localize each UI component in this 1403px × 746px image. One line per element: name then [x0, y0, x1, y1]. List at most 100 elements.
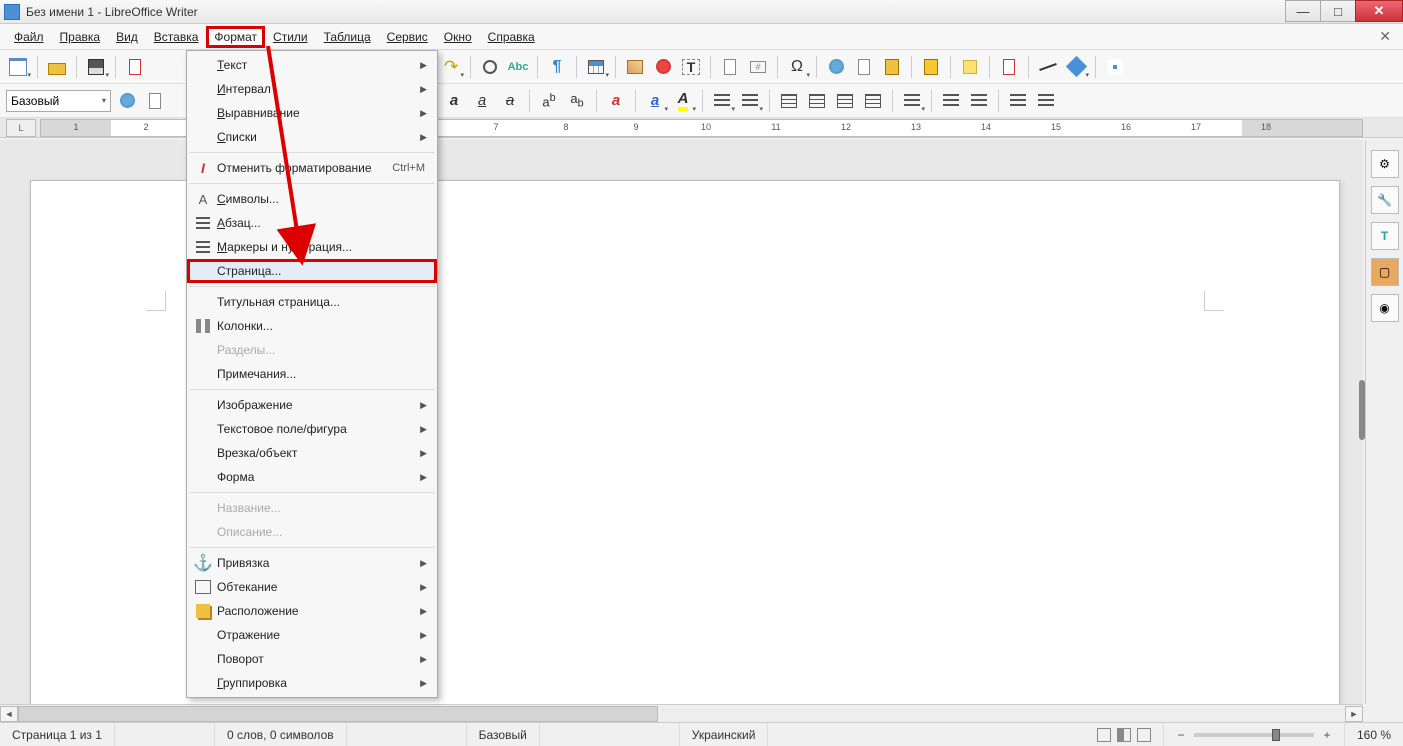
- basic-shapes-button[interactable]: [1064, 55, 1088, 79]
- menu-item-текст[interactable]: Текст▶: [187, 53, 437, 77]
- menu-item-символы[interactable]: AСимволы...: [187, 187, 437, 211]
- align-right-button[interactable]: [833, 89, 857, 113]
- sidebar-gallery-icon[interactable]: T: [1371, 222, 1399, 250]
- menu-help[interactable]: Справка: [480, 26, 543, 48]
- menu-item-интервал[interactable]: Интервал▶: [187, 77, 437, 101]
- ruler-corner[interactable]: L: [6, 119, 36, 137]
- horizontal-scrollbar[interactable]: ◄ ►: [0, 704, 1363, 722]
- line-spacing-button[interactable]: [900, 89, 924, 113]
- find-button[interactable]: [478, 55, 502, 79]
- number-list-button[interactable]: [738, 89, 762, 113]
- menu-item-страница[interactable]: Страница...: [187, 259, 437, 283]
- menu-tools[interactable]: Сервис: [379, 26, 436, 48]
- status-page-style[interactable]: Базовый: [467, 723, 540, 746]
- insert-note-button[interactable]: [958, 55, 982, 79]
- track-changes-button[interactable]: [997, 55, 1021, 79]
- status-word-count[interactable]: 0 слов, 0 символов: [215, 723, 347, 746]
- highlight-color-button[interactable]: A: [671, 89, 695, 113]
- menu-item-расположение[interactable]: Расположение▶: [187, 599, 437, 623]
- subscript-button[interactable]: ab: [565, 89, 589, 113]
- underline-button[interactable]: a: [470, 89, 494, 113]
- new-style-button[interactable]: [143, 89, 167, 113]
- increase-indent-button[interactable]: [939, 89, 963, 113]
- font-color-button[interactable]: a: [643, 89, 667, 113]
- new-doc-button[interactable]: [6, 55, 30, 79]
- insert-table-button[interactable]: [584, 55, 608, 79]
- decrease-para-space-button[interactable]: [1034, 89, 1058, 113]
- menu-file[interactable]: Файл: [6, 26, 52, 48]
- zoom-out-button[interactable]: −: [1174, 728, 1188, 742]
- insert-comment-button[interactable]: [919, 55, 943, 79]
- status-view-icons[interactable]: [1085, 723, 1164, 746]
- menu-table[interactable]: Таблица: [316, 26, 379, 48]
- menu-item-текстовое-поле-фигура[interactable]: Текстовое поле/фигура▶: [187, 417, 437, 441]
- menu-item-примечания[interactable]: Примечания...: [187, 362, 437, 386]
- spellcheck-button[interactable]: Abc: [506, 55, 530, 79]
- export-pdf-button[interactable]: [123, 55, 147, 79]
- minimize-button[interactable]: —: [1285, 0, 1321, 22]
- menu-item-выравнивание[interactable]: Выравнивание▶: [187, 101, 437, 125]
- menu-item-колонки[interactable]: Колонки...: [187, 314, 437, 338]
- insert-pagebreak-button[interactable]: [718, 55, 742, 79]
- zoom-in-button[interactable]: +: [1320, 728, 1334, 742]
- status-page[interactable]: Страница 1 из 1: [0, 723, 115, 746]
- redo-button[interactable]: ↶: [439, 55, 463, 79]
- menu-item-привязка[interactable]: ⚓Привязка▶: [187, 551, 437, 575]
- superscript-button[interactable]: ab: [537, 89, 561, 113]
- zoom-percent[interactable]: 160 %: [1344, 723, 1403, 746]
- bullet-list-button[interactable]: [710, 89, 734, 113]
- menu-insert[interactable]: Вставка: [146, 26, 207, 48]
- insert-hyperlink-button[interactable]: [824, 55, 848, 79]
- zoom-slider[interactable]: [1194, 733, 1314, 737]
- menu-item-отражение[interactable]: Отражение▶: [187, 623, 437, 647]
- menu-view[interactable]: Вид: [108, 26, 146, 48]
- zoom-control[interactable]: − +: [1164, 728, 1344, 742]
- menu-styles[interactable]: Стили: [265, 26, 316, 48]
- scroll-right-button[interactable]: ►: [1345, 706, 1363, 722]
- menu-item-изображение[interactable]: Изображение▶: [187, 393, 437, 417]
- draw-line-button[interactable]: [1036, 55, 1060, 79]
- menu-window[interactable]: Окно: [436, 26, 480, 48]
- italic-button[interactable]: a: [442, 89, 466, 113]
- menu-item-титульная-страница[interactable]: Титульная страница...: [187, 290, 437, 314]
- show-grid-button[interactable]: [1103, 55, 1127, 79]
- align-justify-button[interactable]: [861, 89, 885, 113]
- strikethrough-button[interactable]: a: [498, 89, 522, 113]
- update-style-button[interactable]: [115, 89, 139, 113]
- menu-item-группировка[interactable]: Группировка▶: [187, 671, 437, 695]
- menu-item-абзац[interactable]: Абзац...: [187, 211, 437, 235]
- decrease-indent-button[interactable]: [967, 89, 991, 113]
- menu-item-врезка-объект[interactable]: Врезка/объект▶: [187, 441, 437, 465]
- menu-item-списки[interactable]: Списки▶: [187, 125, 437, 149]
- menu-item-форма[interactable]: Форма▶: [187, 465, 437, 489]
- close-button[interactable]: ✕: [1355, 0, 1403, 22]
- increase-para-space-button[interactable]: [1006, 89, 1030, 113]
- menu-item-поворот[interactable]: Поворот▶: [187, 647, 437, 671]
- paragraph-style-select[interactable]: Базовый: [6, 90, 111, 112]
- sidebar-properties-icon[interactable]: ⚙: [1371, 150, 1399, 178]
- insert-chart-button[interactable]: [651, 55, 675, 79]
- menu-item-отменить-форматирование[interactable]: IОтменить форматированиеCtrl+M: [187, 156, 437, 180]
- insert-textbox-button[interactable]: T: [679, 55, 703, 79]
- status-language[interactable]: Украинский: [680, 723, 769, 746]
- maximize-button[interactable]: □: [1320, 0, 1356, 22]
- insert-bookmark-button[interactable]: [880, 55, 904, 79]
- insert-special-char-button[interactable]: Ω: [785, 55, 809, 79]
- sidebar-compass-icon[interactable]: ◉: [1371, 294, 1399, 322]
- save-button[interactable]: [84, 55, 108, 79]
- menu-edit[interactable]: Правка: [52, 26, 109, 48]
- menu-item-маркеры-и-нумерация[interactable]: Маркеры и нумерация...: [187, 235, 437, 259]
- insert-footnote-button[interactable]: [852, 55, 876, 79]
- clear-formatting-button[interactable]: a: [604, 89, 628, 113]
- menu-item-обтекание[interactable]: Обтекание▶: [187, 575, 437, 599]
- scroll-left-button[interactable]: ◄: [0, 706, 18, 722]
- scroll-thumb[interactable]: [18, 706, 658, 722]
- sidebar-styles-icon[interactable]: 🔧: [1371, 186, 1399, 214]
- insert-image-button[interactable]: [623, 55, 647, 79]
- align-left-button[interactable]: [777, 89, 801, 113]
- sidebar-navigator-icon[interactable]: ▢: [1371, 258, 1399, 286]
- close-doc-icon[interactable]: ✕: [1373, 28, 1397, 45]
- formatting-marks-button[interactable]: ¶: [545, 55, 569, 79]
- menu-format[interactable]: Формат: [206, 26, 265, 48]
- align-center-button[interactable]: [805, 89, 829, 113]
